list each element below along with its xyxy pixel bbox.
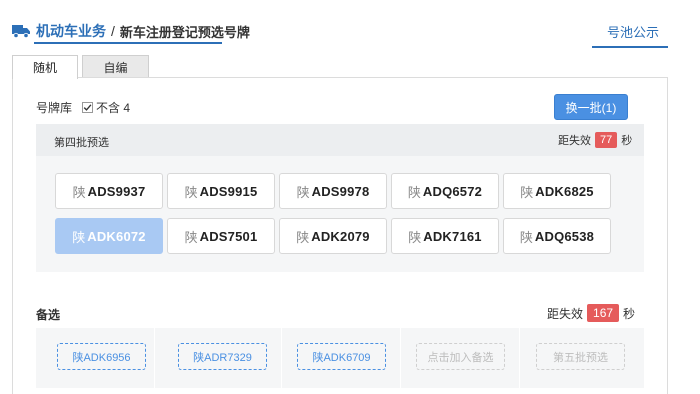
title-underline — [34, 42, 222, 44]
pool-announcement-link[interactable]: 号池公示 — [607, 22, 659, 41]
plate-province: 陕 — [72, 229, 86, 245]
plate-option[interactable]: 陕 ADK7161 — [391, 218, 499, 254]
backup-cell: 陕ADK6956 — [36, 328, 155, 388]
exclude-four-label: 不含 4 — [96, 101, 131, 115]
backup-cell: 点击加入备选 — [401, 328, 520, 388]
plate-option[interactable]: 陕 ADQ6572 — [391, 173, 499, 209]
backup-cell: 陕ADR7329 — [163, 328, 282, 388]
tab-custom[interactable]: 自编 — [82, 55, 149, 78]
backup-label: 备选 — [36, 308, 61, 322]
backup-expire-timer: 距失效 167 秒 — [547, 304, 635, 322]
expire-seconds-badge: 167 — [587, 304, 620, 322]
plate-option[interactable]: 陕 ADS7501 — [167, 218, 275, 254]
plate-library-label: 号牌库 — [36, 101, 73, 115]
backup-plate-slot[interactable]: 陕ADK6709 — [297, 343, 386, 370]
page-title: 新车注册登记预选号牌 — [119, 24, 250, 40]
breadcrumb-separator: / — [111, 23, 115, 39]
plate-number: ADK6072 — [87, 228, 146, 244]
plate-option[interactable]: 陕 ADS9915 — [167, 173, 275, 209]
brand-title[interactable]: 机动车业务 — [36, 21, 106, 41]
plate-number: ADS7501 — [199, 228, 258, 244]
plate-province: 陕 — [408, 229, 422, 245]
plate-number: ADS9978 — [311, 183, 370, 199]
expire-prefix: 距失效 — [547, 306, 584, 321]
plate-number: ADS9915 — [199, 183, 258, 199]
batch-panel: 第四批预选 距失效 77 秒 陕 ADS9937 陕 ADS9915 陕 ADS… — [36, 124, 644, 272]
backup-list: 陕ADK6956 陕ADR7329 陕ADK6709 点击加入备选 第五批预选 — [36, 328, 644, 388]
batch-expire-timer: 距失效 77 秒 — [558, 132, 632, 148]
backup-cell: 陕ADK6709 — [282, 328, 401, 388]
plate-option-selected[interactable]: 陕 ADK6072 — [55, 218, 163, 254]
tab-bar: 随机 自编 — [12, 55, 153, 79]
page-header: 机动车业务 / 新车注册登记预选号牌 号池公示 — [0, 0, 700, 48]
plate-number: ADK6825 — [535, 183, 594, 199]
plate-number: ADS9937 — [87, 183, 146, 199]
refresh-batch-button[interactable]: 换一批(1) — [554, 94, 628, 120]
exclude-four-checkbox[interactable]: 不含 4 — [82, 99, 130, 116]
tab-random[interactable]: 随机 — [12, 55, 78, 79]
plate-province: 陕 — [296, 229, 310, 245]
plate-option[interactable]: 陕 ADS9978 — [279, 173, 387, 209]
plate-province: 陕 — [407, 184, 421, 200]
plate-number: ADK7161 — [423, 228, 482, 244]
plate-number: ADK2079 — [311, 228, 370, 244]
expire-suffix: 秒 — [623, 306, 636, 321]
plate-option[interactable]: 陕 ADQ6538 — [503, 218, 611, 254]
plate-province: 陕 — [184, 229, 198, 245]
pool-link-underline — [592, 46, 668, 48]
checkmark-icon — [82, 102, 94, 113]
plate-province: 陕 — [72, 184, 86, 200]
expire-suffix: 秒 — [621, 135, 633, 147]
plate-province: 陕 — [519, 229, 533, 245]
plate-option[interactable]: 陕 ADK6825 — [503, 173, 611, 209]
plate-number: ADQ6572 — [422, 183, 483, 199]
batch-title: 第四批预选 — [54, 137, 109, 149]
plate-province: 陕 — [520, 184, 534, 200]
batch-header: 第四批预选 距失效 77 秒 — [36, 124, 644, 156]
plate-library-row: 号牌库 不含 4 — [36, 99, 130, 116]
backup-cell: 第五批预选 — [521, 328, 640, 388]
add-backup-slot[interactable]: 点击加入备选 — [416, 343, 505, 370]
plate-option[interactable]: 陕 ADS9937 — [55, 173, 163, 209]
truck-icon — [12, 25, 30, 38]
plate-number: ADQ6538 — [534, 228, 595, 244]
expire-prefix: 距失效 — [558, 135, 591, 147]
backup-plate-slot[interactable]: 陕ADK6956 — [57, 343, 146, 370]
breadcrumb: 机动车业务 / 新车注册登记预选号牌 — [12, 21, 250, 41]
expire-seconds-badge: 77 — [595, 132, 618, 148]
fifth-batch-slot[interactable]: 第五批预选 — [536, 343, 625, 370]
plate-province: 陕 — [296, 184, 310, 200]
backup-plate-slot[interactable]: 陕ADR7329 — [178, 343, 267, 370]
plate-province: 陕 — [184, 184, 198, 200]
plate-option[interactable]: 陕 ADK2079 — [279, 218, 387, 254]
